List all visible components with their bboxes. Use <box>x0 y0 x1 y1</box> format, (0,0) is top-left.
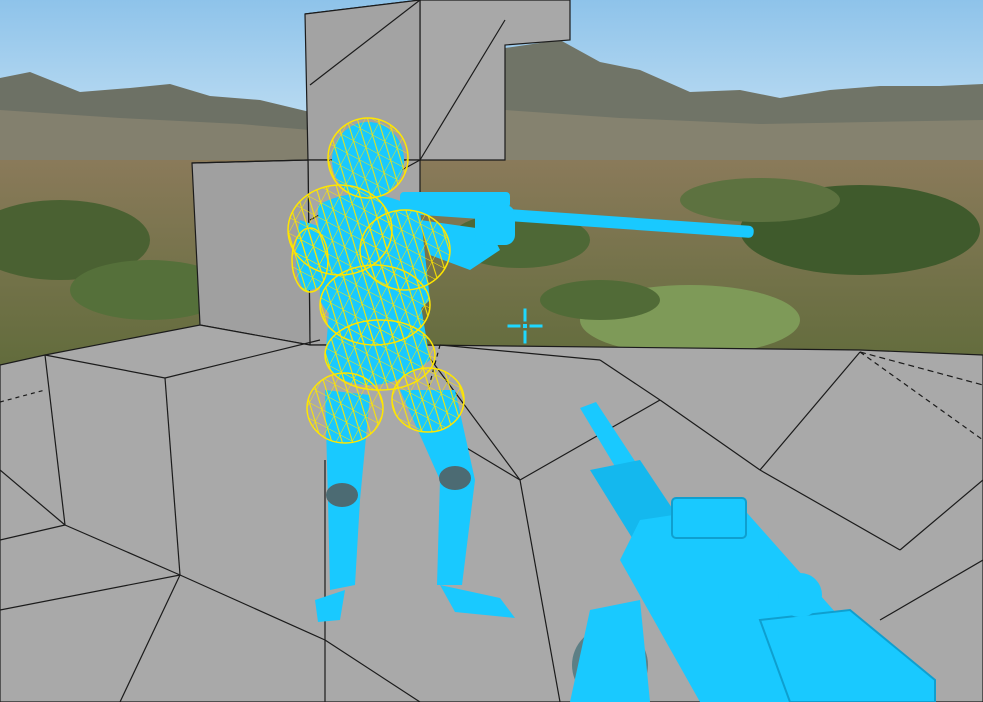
game-viewport[interactable] <box>0 0 983 702</box>
scene-canvas <box>0 0 983 702</box>
